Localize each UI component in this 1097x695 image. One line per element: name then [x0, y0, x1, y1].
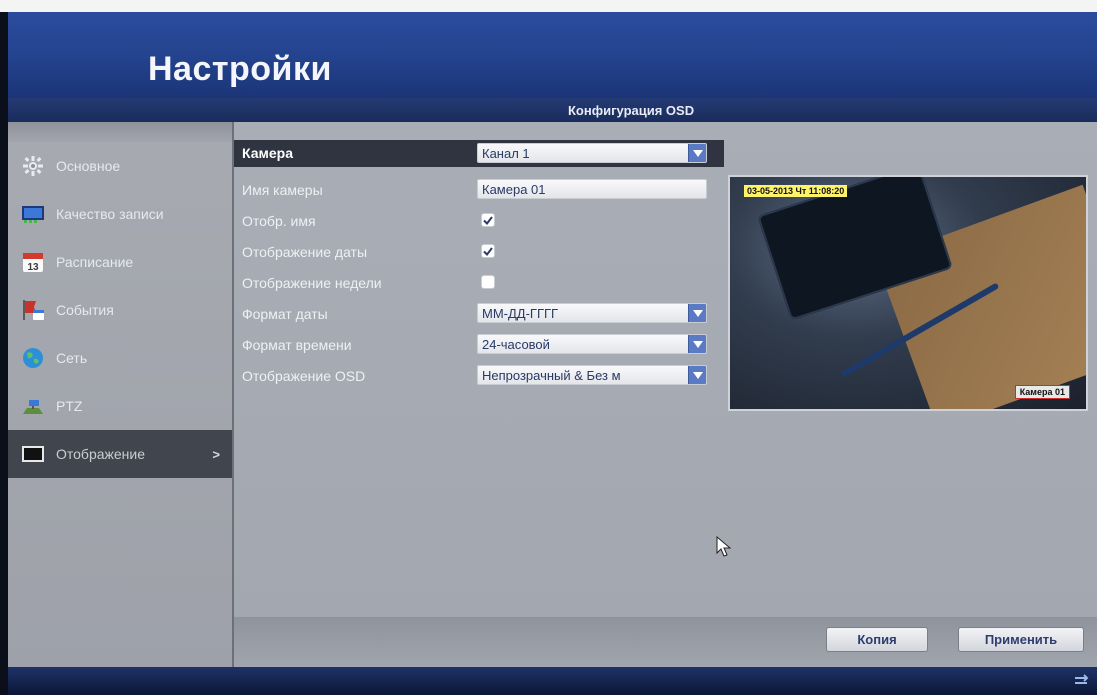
svg-text:13: 13 [27, 262, 39, 273]
chevron-right-icon: > [212, 446, 220, 462]
event-flag-icon [20, 299, 46, 321]
show-date-checkbox[interactable] [481, 244, 495, 258]
monitor-icon [20, 443, 46, 465]
back-arrow-icon[interactable] [1073, 673, 1089, 692]
show-week-checkbox[interactable] [481, 275, 495, 289]
header: Настройки [8, 12, 1097, 98]
mouse-cursor-icon [716, 535, 732, 563]
section-header: Конфигурация OSD [8, 98, 1097, 122]
camera-select[interactable]: Канал 1 [477, 143, 707, 163]
date-format-label: Формат даты [242, 306, 328, 322]
sidebar-item-schedule[interactable]: 13 Расписание [8, 238, 232, 286]
osd-mode-value: Непрозрачный & Без м [482, 368, 621, 383]
gear-icon [20, 155, 46, 177]
date-format-select[interactable]: ММ-ДД-ГГГГ [477, 303, 707, 323]
time-format-value: 24-часовой [482, 337, 550, 352]
bottom-bar [8, 667, 1097, 695]
section-title: Конфигурация OSD [568, 103, 695, 118]
chevron-down-icon[interactable] [688, 366, 706, 384]
osd-mode-select[interactable]: Непрозрачный & Без м [477, 365, 707, 385]
page-title: Настройки [148, 50, 332, 88]
chevron-down-icon[interactable] [688, 144, 706, 162]
show-week-label: Отображение недели [242, 275, 382, 291]
globe-icon [20, 347, 46, 369]
apply-button[interactable]: Применить [958, 627, 1084, 652]
camera-name-label: Имя камеры [242, 182, 323, 198]
sidebar-item-label: Отображение [56, 446, 146, 462]
ptz-camera-icon [20, 395, 46, 417]
calendar-icon: 13 [20, 251, 46, 273]
sidebar-top-strip [8, 122, 232, 142]
camera-select-value: Канал 1 [482, 146, 530, 161]
show-date-label: Отображение даты [242, 244, 368, 260]
camera-label: Камера [242, 145, 293, 161]
show-date-row: Отображение даты [234, 239, 714, 265]
chevron-down-icon[interactable] [688, 335, 706, 353]
checkmark-icon [483, 215, 493, 225]
dvr-settings-screen: Настройки Конфигурация OSD Основное Каче… [8, 12, 1097, 695]
sidebar-item-label: Основное [56, 158, 121, 174]
osd-camera-name-overlay[interactable]: Камера 01 [1014, 385, 1070, 399]
camera-preview[interactable]: 03-05-2013 Чт 11:08:20 Камера 01 [728, 175, 1088, 411]
sidebar-item-label: Расписание [56, 254, 134, 270]
sidebar-item-events[interactable]: События [8, 286, 232, 334]
footer-bar: Копия Применить [234, 617, 1097, 667]
sidebar-item-network[interactable]: Сеть [8, 334, 232, 382]
osd-mode-label: Отображение OSD [242, 368, 366, 384]
show-week-row: Отображение недели [234, 270, 714, 296]
osd-date-overlay[interactable]: 03-05-2013 Чт 11:08:20 [744, 185, 848, 197]
monitor-bezel [0, 0, 1097, 12]
record-quality-icon [20, 203, 46, 225]
time-format-select[interactable]: 24-часовой [477, 334, 707, 354]
osd-config-panel: Камера Канал 1 Имя камеры Камера 01 Отоб… [234, 122, 1097, 617]
sidebar-item-basic[interactable]: Основное [8, 142, 232, 190]
show-name-checkbox[interactable] [481, 213, 495, 227]
checkmark-icon [483, 246, 493, 256]
sidebar-item-display[interactable]: Отображение > [8, 430, 232, 478]
show-name-row: Отобр. имя [234, 208, 714, 234]
camera-name-input[interactable]: Камера 01 [477, 179, 707, 199]
chevron-down-icon[interactable] [688, 304, 706, 322]
sidebar-item-label: PTZ [56, 398, 83, 414]
sidebar-item-label: Сеть [56, 350, 88, 366]
show-name-label: Отобр. имя [242, 213, 316, 229]
copy-button[interactable]: Копия [826, 627, 928, 652]
sidebar-item-label: Качество записи [56, 206, 164, 222]
time-format-label: Формат времени [242, 337, 352, 353]
sidebar: Основное Качество записи 13 Расписание С… [8, 122, 234, 667]
sidebar-item-ptz[interactable]: PTZ [8, 382, 232, 430]
sidebar-item-record-quality[interactable]: Качество записи [8, 190, 232, 238]
sidebar-item-label: События [56, 302, 114, 318]
date-format-value: ММ-ДД-ГГГГ [482, 306, 559, 321]
